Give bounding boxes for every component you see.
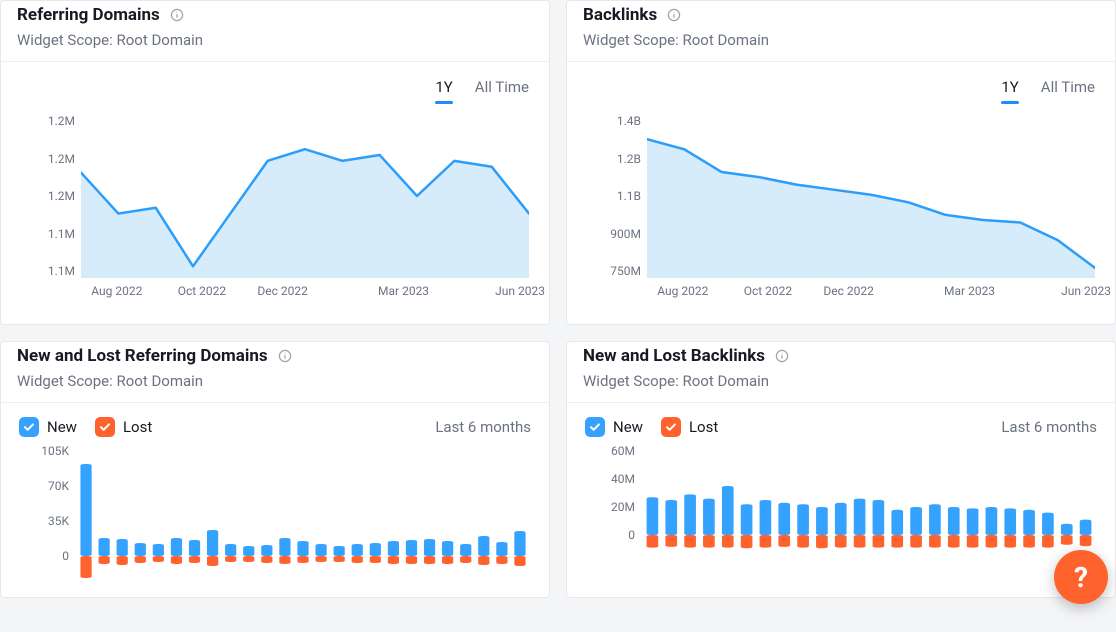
new-lost-domains-chart: 105K70K35K0 (21, 451, 529, 591)
card-title: Referring Domains (17, 5, 160, 25)
y-tick: 105K (41, 444, 69, 458)
card-scope: Widget Scope: Root Domain (17, 31, 533, 49)
help-icon: ? (1074, 561, 1088, 594)
card-title: Backlinks (583, 5, 657, 25)
y-tick: 1.2M (21, 152, 75, 166)
y-tick: 1.1M (21, 264, 75, 278)
range-tab-1y[interactable]: 1Y (435, 78, 452, 102)
info-icon[interactable] (278, 349, 292, 363)
card-header: Backlinks Widget Scope: Root Domain (567, 1, 1115, 62)
card-header: Referring Domains Widget Scope: Root Dom… (1, 1, 549, 62)
range-tabs: 1Y All Time (567, 62, 1115, 110)
card-header: New and Lost Backlinks Widget Scope: Roo… (567, 342, 1115, 403)
legend-item-new[interactable]: New (19, 417, 77, 437)
y-tick: 70K (48, 479, 69, 493)
y-tick: 1.2M (21, 189, 75, 203)
legend-item-lost[interactable]: Lost (661, 417, 718, 437)
y-tick: 0 (62, 549, 69, 563)
x-tick: Jun 2023 (1061, 284, 1111, 298)
legend-label: Lost (689, 418, 718, 436)
card-new-lost-backlinks: New and Lost Backlinks Widget Scope: Roo… (566, 341, 1116, 598)
x-tick: Dec 2022 (823, 284, 873, 298)
info-icon[interactable] (170, 8, 184, 22)
y-tick: 0 (628, 528, 635, 542)
checkbox-icon (585, 417, 605, 437)
x-tick: Aug 2022 (657, 284, 708, 298)
new-lost-backlinks-chart: 60M40M20M0 (587, 451, 1095, 591)
card-title: New and Lost Referring Domains (17, 346, 268, 366)
legend-item-new[interactable]: New (585, 417, 643, 437)
card-title: New and Lost Backlinks (583, 346, 765, 366)
card-backlinks: Backlinks Widget Scope: Root Domain 1Y A… (566, 0, 1116, 325)
legend-label: Lost (123, 418, 152, 436)
y-tick: 1.2B (587, 152, 641, 166)
checkbox-icon (661, 417, 681, 437)
checkbox-icon (19, 417, 39, 437)
x-tick: Jun 2023 (495, 284, 545, 298)
legend-row: New Lost Last 6 months (567, 403, 1115, 445)
card-scope: Widget Scope: Root Domain (583, 372, 1099, 390)
y-tick: 750M (587, 264, 641, 278)
y-tick: 1.1B (587, 189, 641, 203)
help-fab[interactable]: ? (1054, 550, 1108, 604)
y-tick: 1.1M (21, 227, 75, 241)
card-scope: Widget Scope: Root Domain (17, 372, 533, 390)
y-tick: 1.2M (21, 114, 75, 128)
y-tick: 35K (48, 514, 69, 528)
period-label: Last 6 months (435, 418, 531, 436)
referring-domains-chart: 1.2M 1.2M 1.2M 1.1M 1.1M Aug 2022 Oct 2022 Dec … (21, 114, 529, 304)
card-referring-domains: Referring Domains Widget Scope: Root Dom… (0, 0, 550, 325)
backlinks-chart: 1.4B 1.2B 1.1B 900M 750M Aug 2022 Oct 2022 Dec … (587, 114, 1095, 304)
card-header: New and Lost Referring Domains Widget Sc… (1, 342, 549, 403)
x-tick: Mar 2023 (944, 284, 995, 298)
x-tick: Aug 2022 (91, 284, 142, 298)
info-icon[interactable] (667, 8, 681, 22)
y-tick: 900M (587, 227, 641, 241)
legend-label: New (613, 418, 643, 436)
y-tick: 60M (611, 444, 635, 458)
range-tab-1y[interactable]: 1Y (1001, 78, 1018, 102)
x-tick: Mar 2023 (378, 284, 429, 298)
period-label: Last 6 months (1001, 418, 1097, 436)
legend-label: New (47, 418, 77, 436)
y-tick: 40M (611, 472, 635, 486)
legend-row: New Lost Last 6 months (1, 403, 549, 445)
x-tick: Oct 2022 (178, 284, 226, 298)
range-tab-all-time[interactable]: All Time (475, 78, 529, 102)
range-tabs: 1Y All Time (1, 62, 549, 110)
y-tick: 1.4B (587, 114, 641, 128)
x-tick: Dec 2022 (257, 284, 307, 298)
card-new-lost-domains: New and Lost Referring Domains Widget Sc… (0, 341, 550, 598)
legend-item-lost[interactable]: Lost (95, 417, 152, 437)
info-icon[interactable] (775, 349, 789, 363)
x-tick: Oct 2022 (744, 284, 792, 298)
checkbox-icon (95, 417, 115, 437)
range-tab-all-time[interactable]: All Time (1041, 78, 1095, 102)
y-tick: 20M (611, 500, 635, 514)
card-scope: Widget Scope: Root Domain (583, 31, 1099, 49)
